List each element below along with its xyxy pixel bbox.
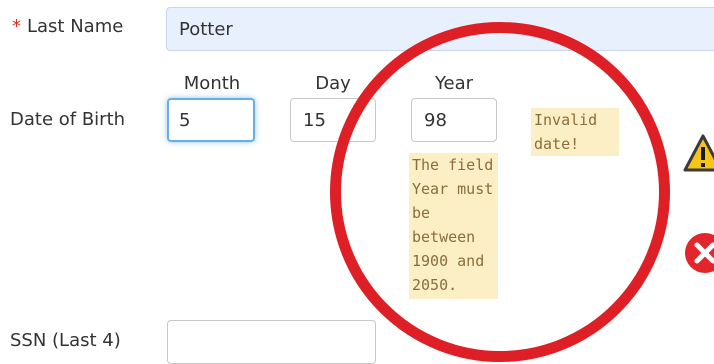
- last-name-label: * Last Name: [12, 16, 123, 37]
- ssn-label: SSN (Last 4): [10, 330, 121, 351]
- last-name-label-text: Last Name: [27, 16, 124, 37]
- date-of-birth-label: Date of Birth: [10, 109, 126, 130]
- warning-icon: [683, 133, 714, 175]
- month-input[interactable]: [167, 98, 255, 142]
- required-marker: *: [12, 16, 21, 37]
- highlight-circle: [330, 22, 670, 362]
- ssn-input[interactable]: [167, 320, 376, 364]
- error-icon: [683, 231, 714, 275]
- month-label: Month: [183, 73, 241, 94]
